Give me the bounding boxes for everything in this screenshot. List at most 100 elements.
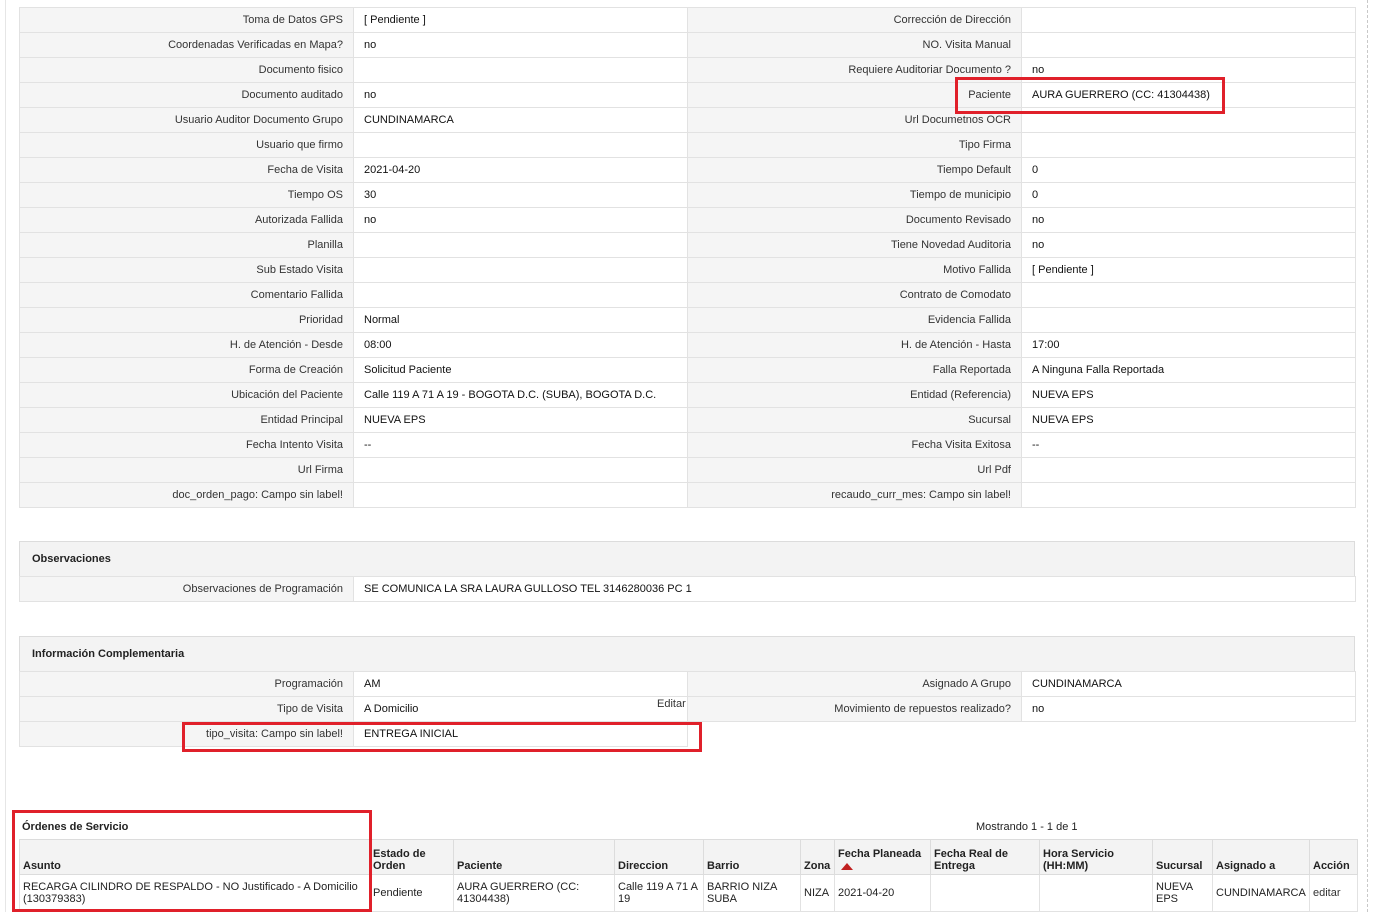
field-label: Tiempo OS bbox=[19, 182, 354, 208]
field-value: no bbox=[1021, 696, 1356, 722]
field-value: 0 bbox=[1021, 182, 1356, 208]
detail-row: Planilla Tiene Novedad Auditoria no bbox=[19, 232, 1356, 258]
field-value bbox=[353, 232, 688, 258]
field-label: Ubicación del Paciente bbox=[19, 382, 354, 408]
detail-row: Ubicación del Paciente Calle 119 A 71 A 1… bbox=[19, 382, 1356, 408]
field-value bbox=[353, 482, 688, 508]
field-value: 17:00 bbox=[1021, 332, 1356, 358]
field-label: Tiempo Default bbox=[687, 157, 1022, 183]
field-label: Asignado A Grupo bbox=[687, 671, 1022, 697]
column-header-sucursal[interactable]: Sucursal bbox=[1152, 839, 1213, 875]
field-value bbox=[1021, 282, 1356, 308]
field-value: no bbox=[1021, 57, 1356, 83]
detail-row: H. de Atención - Desde 08:00 H. de Atenció… bbox=[19, 332, 1356, 358]
detail-row: Toma de Datos GPS[ Pendiente ] Corrección… bbox=[19, 7, 1356, 33]
field-value: Solicitud Paciente bbox=[353, 357, 688, 383]
column-header-zona[interactable]: Zona bbox=[800, 839, 835, 875]
field-value: CUNDINAMARCA bbox=[1021, 671, 1356, 697]
detail-row: Autorizada Fallida no Documento Revisado … bbox=[19, 207, 1356, 233]
observaciones-label: Observaciones de Programación bbox=[19, 576, 354, 602]
field-label: Documento fisico bbox=[19, 57, 354, 83]
column-header-barrio[interactable]: Barrio bbox=[703, 839, 801, 875]
field-label: recaudo_curr_mes: Campo sin label! bbox=[687, 482, 1022, 508]
field-label: Documento auditado bbox=[19, 82, 354, 108]
field-label: doc_orden_pago: Campo sin label! bbox=[19, 482, 354, 508]
field-label: Url Pdf bbox=[687, 457, 1022, 483]
visit-detail-table: Toma de Datos GPS[ Pendiente ] Corrección… bbox=[19, 7, 1356, 508]
field-value bbox=[1021, 132, 1356, 158]
order-asunto: RECARGA CILINDRO DE RESPALDO - NO Justif… bbox=[19, 874, 370, 912]
field-label: Autorizada Fallida bbox=[19, 207, 354, 233]
column-header-asunto[interactable]: Asunto bbox=[19, 839, 370, 875]
sort-ascending-icon bbox=[841, 862, 853, 870]
field-value: 2021-04-20 bbox=[353, 157, 688, 183]
order-fecha-real bbox=[930, 874, 1040, 912]
order-fecha-planeada: 2021-04-20 bbox=[834, 874, 931, 912]
empty-cell bbox=[1021, 721, 1356, 747]
field-label: Prioridad bbox=[19, 307, 354, 333]
detail-row: Tiempo OS 30 Tiempo de municipio 0 bbox=[19, 182, 1356, 208]
field-label: H. de Atención - Hasta bbox=[687, 332, 1022, 358]
field-label: Comentario Fallida bbox=[19, 282, 354, 308]
column-header-fecha-real[interactable]: Fecha Real de Entrega bbox=[930, 839, 1040, 875]
field-label: Forma de Creación bbox=[19, 357, 354, 383]
field-value bbox=[1021, 457, 1356, 483]
field-value: A Domicilio bbox=[353, 696, 688, 722]
info-complementaria-table: Programación AM Asignado A Grupo CUNDINA… bbox=[19, 671, 1356, 747]
field-label: Falla Reportada bbox=[687, 357, 1022, 383]
detail-row: Sub Estado Visita Motivo Fallida[ Pendien… bbox=[19, 257, 1356, 283]
column-header-direccion[interactable]: Direccion bbox=[614, 839, 704, 875]
field-value: NUEVA EPS bbox=[353, 407, 688, 433]
field-value: no bbox=[1021, 207, 1356, 233]
field-value bbox=[353, 282, 688, 308]
field-label: Fecha Intento Visita bbox=[19, 432, 354, 458]
observaciones-section: Observaciones Observaciones de Programac… bbox=[19, 541, 1356, 602]
page-left-border bbox=[5, 0, 6, 912]
field-label: Movimiento de repuestos realizado? bbox=[687, 696, 1022, 722]
field-value: no bbox=[353, 207, 688, 233]
field-label: Evidencia Fallida bbox=[687, 307, 1022, 333]
field-label: Fecha de Visita bbox=[19, 157, 354, 183]
field-label: Requiere Auditoriar Documento ? bbox=[687, 57, 1022, 83]
field-label: Url Firma bbox=[19, 457, 354, 483]
observaciones-title: Observaciones bbox=[19, 541, 1355, 576]
info-complementaria-title: Información Complementaria bbox=[19, 636, 1355, 671]
table-row: RECARGA CILINDRO DE RESPALDO - NO Justif… bbox=[19, 874, 1358, 912]
orders-table: Asunto Estado de Orden Paciente Direccio… bbox=[19, 839, 1358, 912]
order-asignado: CUNDINAMARCA bbox=[1212, 874, 1310, 912]
column-header-asignado[interactable]: Asignado a bbox=[1212, 839, 1310, 875]
column-header-estado[interactable]: Estado de Orden bbox=[369, 839, 454, 875]
detail-row: Coordenadas Verificadas en Mapa? no NO. V… bbox=[19, 32, 1356, 58]
detail-row: doc_orden_pago: Campo sin label! recaudo_… bbox=[19, 482, 1356, 508]
field-label: Corrección de Dirección bbox=[687, 7, 1022, 33]
edit-order-link[interactable]: editar bbox=[1313, 887, 1341, 899]
field-label: Usuario que firmo bbox=[19, 132, 354, 158]
field-value bbox=[1021, 107, 1356, 133]
detail-row: Forma de Creación Solicitud Paciente Falla… bbox=[19, 357, 1356, 383]
field-value: -- bbox=[1021, 432, 1356, 458]
order-sucursal: NUEVA EPS bbox=[1152, 874, 1213, 912]
field-value bbox=[353, 132, 688, 158]
field-label: Url Documetnos OCR bbox=[687, 107, 1022, 133]
detail-row: Url Firma Url Pdf bbox=[19, 457, 1356, 483]
observaciones-value: SE COMUNICA LA SRA LAURA GULLOSO TEL 314… bbox=[353, 576, 1356, 602]
empty-cell bbox=[687, 721, 1022, 747]
column-header-hora-servicio[interactable]: Hora Servicio (HH:MM) bbox=[1039, 839, 1153, 875]
field-label: Sub Estado Visita bbox=[19, 257, 354, 283]
column-header-paciente[interactable]: Paciente bbox=[453, 839, 615, 875]
field-label: Planilla bbox=[19, 232, 354, 258]
field-label: Motivo Fallida bbox=[687, 257, 1022, 283]
order-hora bbox=[1039, 874, 1153, 912]
order-estado: Pendiente bbox=[369, 874, 454, 912]
edit-link[interactable]: Editar bbox=[657, 698, 686, 710]
field-value bbox=[1021, 482, 1356, 508]
field-value bbox=[1021, 7, 1356, 33]
detail-row: Documento fisico Requiere Auditoriar Docu… bbox=[19, 57, 1356, 83]
detail-row: Comentario Fallida Contrato de Comodato bbox=[19, 282, 1356, 308]
order-paciente: AURA GUERRERO (CC: 41304438) bbox=[453, 874, 615, 912]
field-label: Entidad (Referencia) bbox=[687, 382, 1022, 408]
field-value: NUEVA EPS bbox=[1021, 407, 1356, 433]
column-header-fecha-planeada[interactable]: Fecha Planeada bbox=[834, 839, 931, 875]
field-label: Entidad Principal bbox=[19, 407, 354, 433]
field-value bbox=[1021, 32, 1356, 58]
